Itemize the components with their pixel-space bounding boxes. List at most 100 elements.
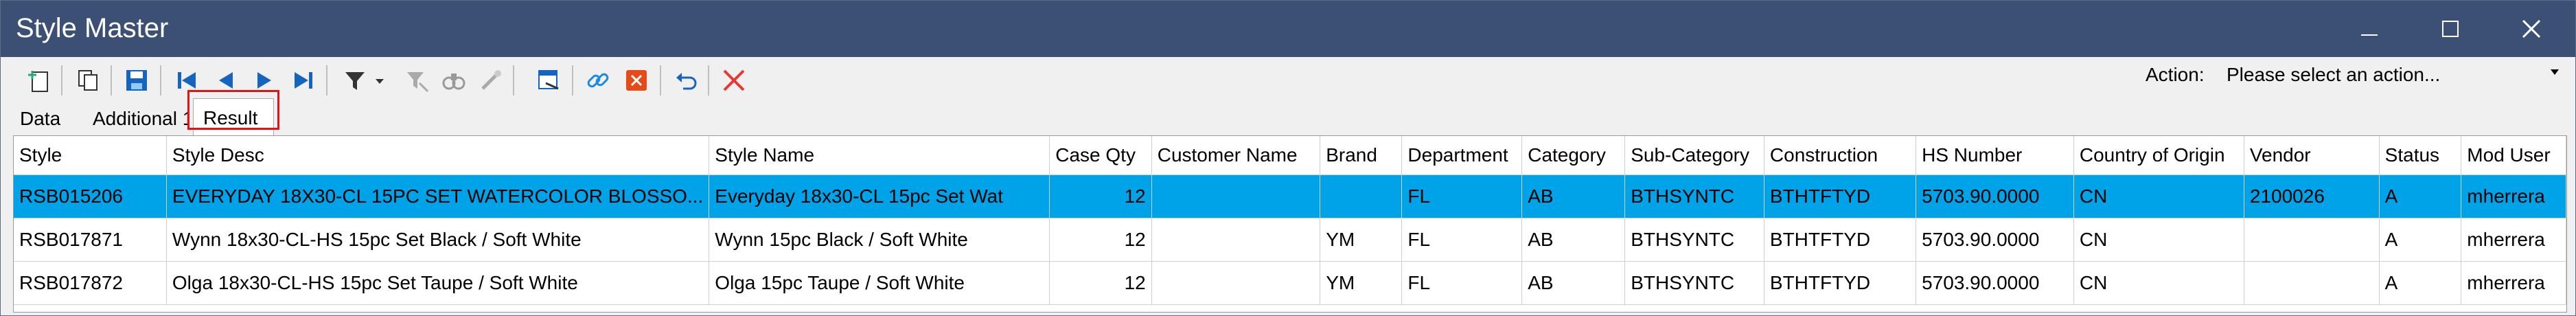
clear-filter-icon [407,72,429,93]
cell-case-qty[interactable]: 12 [1049,218,1152,262]
first-record-icon [178,72,196,89]
cell-style[interactable]: RSB015206 [14,174,167,218]
tab-strip: Data Additional 1 Result [1,98,2575,137]
cell-sub-category[interactable]: BTHSYNTC [1624,174,1764,218]
col-header-style-name[interactable]: Style Name [709,136,1050,175]
cell-vendor[interactable]: 2100026 [2244,174,2380,218]
new-button[interactable] [24,65,54,95]
cell-style-name[interactable]: Wynn 15pc Black / Soft White [709,218,1050,262]
col-header-mod-user[interactable]: Mod User [2461,136,2566,175]
cell-hs-number[interactable]: 5703.90.0000 [1916,218,2074,262]
cancel-button[interactable] [719,65,749,95]
previous-record-button[interactable] [211,65,241,95]
maximize-button[interactable] [2423,8,2478,50]
cell-status[interactable]: A [2379,218,2462,262]
result-grid: Style Style Desc Style Name Case Qty Cus… [13,135,2567,313]
cell-customer-name[interactable] [1151,218,1321,262]
cell-style-desc[interactable]: Olga 18x30-CL-HS 15pc Set Taupe / Soft W… [166,261,710,305]
last-record-button[interactable] [288,65,318,95]
cell-department[interactable]: FL [1401,174,1523,218]
cell-brand[interactable] [1320,174,1403,218]
tab-data[interactable]: Data [10,104,70,134]
cell-status[interactable]: A [2379,174,2462,218]
tab-result[interactable]: Result [193,98,274,137]
delete-button[interactable] [621,65,652,95]
cell-sub-category[interactable]: BTHSYNTC [1624,218,1764,262]
tab-additional-1[interactable]: Additional 1 [83,104,187,134]
col-header-case-qty[interactable]: Case Qty [1049,136,1152,175]
cell-country-of-origin[interactable]: CN [2073,174,2244,218]
col-header-vendor[interactable]: Vendor [2244,136,2380,175]
cell-construction[interactable]: BTHTFTYD [1764,261,1917,305]
col-header-hs-number[interactable]: HS Number [1916,136,2074,175]
cell-style-desc[interactable]: EVERYDAY 18X30-CL 15PC SET WATERCOLOR BL… [166,174,710,218]
col-header-style-desc[interactable]: Style Desc [166,136,710,175]
next-record-button[interactable] [249,65,279,95]
table-row[interactable]: RSB015206 EVERYDAY 18X30-CL 15PC SET WAT… [14,174,2566,218]
cell-hs-number[interactable]: 5703.90.0000 [1916,174,2074,218]
col-header-sub-category[interactable]: Sub-Category [1624,136,1764,175]
close-button[interactable] [2504,8,2559,50]
cell-mod-user[interactable]: mherrera [2461,218,2566,262]
cell-construction[interactable]: BTHTFTYD [1764,218,1917,262]
cell-category[interactable]: AB [1521,261,1626,305]
cell-customer-name[interactable] [1151,174,1321,218]
col-header-construction[interactable]: Construction [1764,136,1917,175]
filter-icon [345,72,365,90]
cell-department[interactable]: FL [1401,218,1523,262]
cell-vendor[interactable] [2244,218,2380,262]
col-header-style[interactable]: Style [14,136,167,175]
copy-button[interactable] [73,65,104,95]
cell-construction[interactable]: BTHTFTYD [1764,174,1917,218]
link-button[interactable] [583,65,613,95]
action-select[interactable]: Please select an action... [2216,58,2566,90]
cell-customer-name[interactable] [1151,261,1321,305]
table-row[interactable]: RSB017872 Olga 18x30-CL-HS 15pc Set Taup… [14,261,2566,305]
style-master-window: Style Master Action: Please select an ac… [0,0,2576,316]
cell-vendor[interactable] [2244,261,2380,305]
minimize-button[interactable] [2342,8,2397,50]
col-header-brand[interactable]: Brand [1320,136,1403,175]
find-button[interactable] [439,65,469,95]
table-row[interactable]: RSB017871 Wynn 18x30-CL-HS 15pc Set Blac… [14,218,2566,262]
find-icon [442,74,465,90]
cell-case-qty[interactable]: 12 [1049,261,1152,305]
cell-hs-number[interactable]: 5703.90.0000 [1916,261,2074,305]
cell-brand[interactable]: YM [1320,218,1403,262]
cell-case-qty[interactable]: 12 [1049,174,1152,218]
export-icon [538,70,559,90]
next-record-icon [257,72,271,89]
action-select-value: Please select an action... [2227,64,2441,85]
cell-style-name[interactable]: Olga 15pc Taupe / Soft White [709,261,1050,305]
export-button[interactable] [533,65,564,95]
col-header-status[interactable]: Status [2379,136,2462,175]
cell-country-of-origin[interactable]: CN [2073,218,2244,262]
save-button[interactable] [122,65,152,95]
cell-brand[interactable]: YM [1320,261,1403,305]
cell-sub-category[interactable]: BTHSYNTC [1624,261,1764,305]
cell-category[interactable]: AB [1521,218,1626,262]
col-header-department[interactable]: Department [1401,136,1523,175]
filter-dropdown-button[interactable] [371,65,388,95]
filter-button[interactable] [340,65,370,95]
tools-icon [481,70,501,90]
col-header-category[interactable]: Category [1521,136,1626,175]
first-record-button[interactable] [172,65,203,95]
col-header-country-of-origin[interactable]: Country of Origin [2073,136,2244,175]
cell-category[interactable]: AB [1521,174,1626,218]
col-header-customer-name[interactable]: Customer Name [1151,136,1321,175]
cell-department[interactable]: FL [1401,261,1523,305]
cell-country-of-origin[interactable]: CN [2073,261,2244,305]
cell-mod-user[interactable]: mherrera [2461,261,2566,305]
cell-status[interactable]: A [2379,261,2462,305]
clear-filter-button[interactable] [402,65,432,95]
copy-icon [78,70,97,91]
tools-button[interactable] [476,65,506,95]
cell-style[interactable]: RSB017871 [14,218,167,262]
header-row: Style Style Desc Style Name Case Qty Cus… [14,136,2566,175]
cell-style-name[interactable]: Everyday 18x30-CL 15pc Set Wat [709,174,1050,218]
cell-mod-user[interactable]: mherrera [2461,174,2566,218]
cell-style-desc[interactable]: Wynn 18x30-CL-HS 15pc Set Black / Soft W… [166,218,710,262]
undo-button[interactable] [671,65,701,95]
cell-style[interactable]: RSB017872 [14,261,167,305]
